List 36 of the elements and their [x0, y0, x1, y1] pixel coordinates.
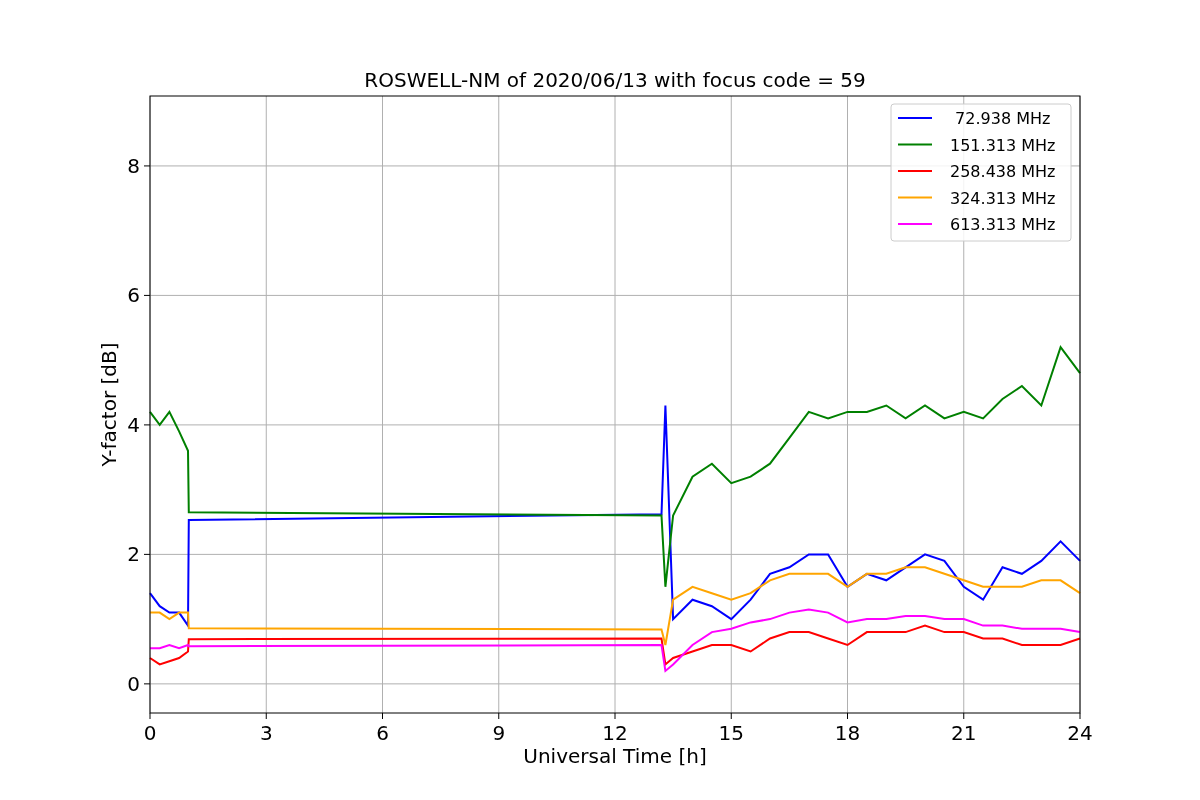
tick-label: 4: [127, 412, 140, 437]
tick-label: 6: [376, 721, 389, 745]
tick-mark: [963, 712, 965, 720]
chart-title: ROSWELL-NM of 2020/06/13 with focus code = 59: [364, 68, 866, 92]
legend-label: 613.313 MHz: [950, 215, 1056, 234]
tick-mark: [614, 712, 616, 720]
tick-mark: [143, 424, 151, 426]
tick-mark: [143, 553, 151, 555]
tick-label: 18: [834, 721, 861, 745]
tick-mark: [847, 712, 848, 720]
tick-mark: [265, 712, 267, 720]
tick-label: 15: [718, 721, 744, 745]
tick-label: 21: [951, 721, 977, 745]
tick-mark: [498, 712, 500, 720]
tick-label: 0: [127, 671, 140, 696]
tick-label: 8: [127, 153, 140, 178]
tick-label: 3: [259, 721, 273, 745]
legend-label: 151.313 MHz: [950, 135, 1056, 155]
tick-label: 0: [143, 721, 157, 745]
tick-label: 24: [1067, 721, 1093, 745]
legend-label: 324.313 MHz: [950, 188, 1056, 208]
y-axis-label: Y-factor [dB]: [97, 342, 121, 467]
tick-mark: [149, 712, 151, 720]
legend-label: 258.438 MHz: [950, 162, 1056, 181]
tick-mark: [143, 683, 151, 685]
tick-mark: [143, 165, 151, 167]
tick-mark: [1079, 712, 1081, 720]
tick-mark: [143, 294, 151, 296]
x-axis-label: Universal Time [h]: [523, 744, 707, 768]
tick-mark: [730, 712, 732, 720]
tick-label: 6: [127, 283, 140, 308]
tick-label: 2: [127, 542, 140, 567]
tick-label: 9: [492, 721, 506, 745]
legend-label: 72.938 MHz: [955, 109, 1051, 128]
tick-label: 12: [602, 721, 628, 745]
tick-mark: [382, 712, 383, 720]
